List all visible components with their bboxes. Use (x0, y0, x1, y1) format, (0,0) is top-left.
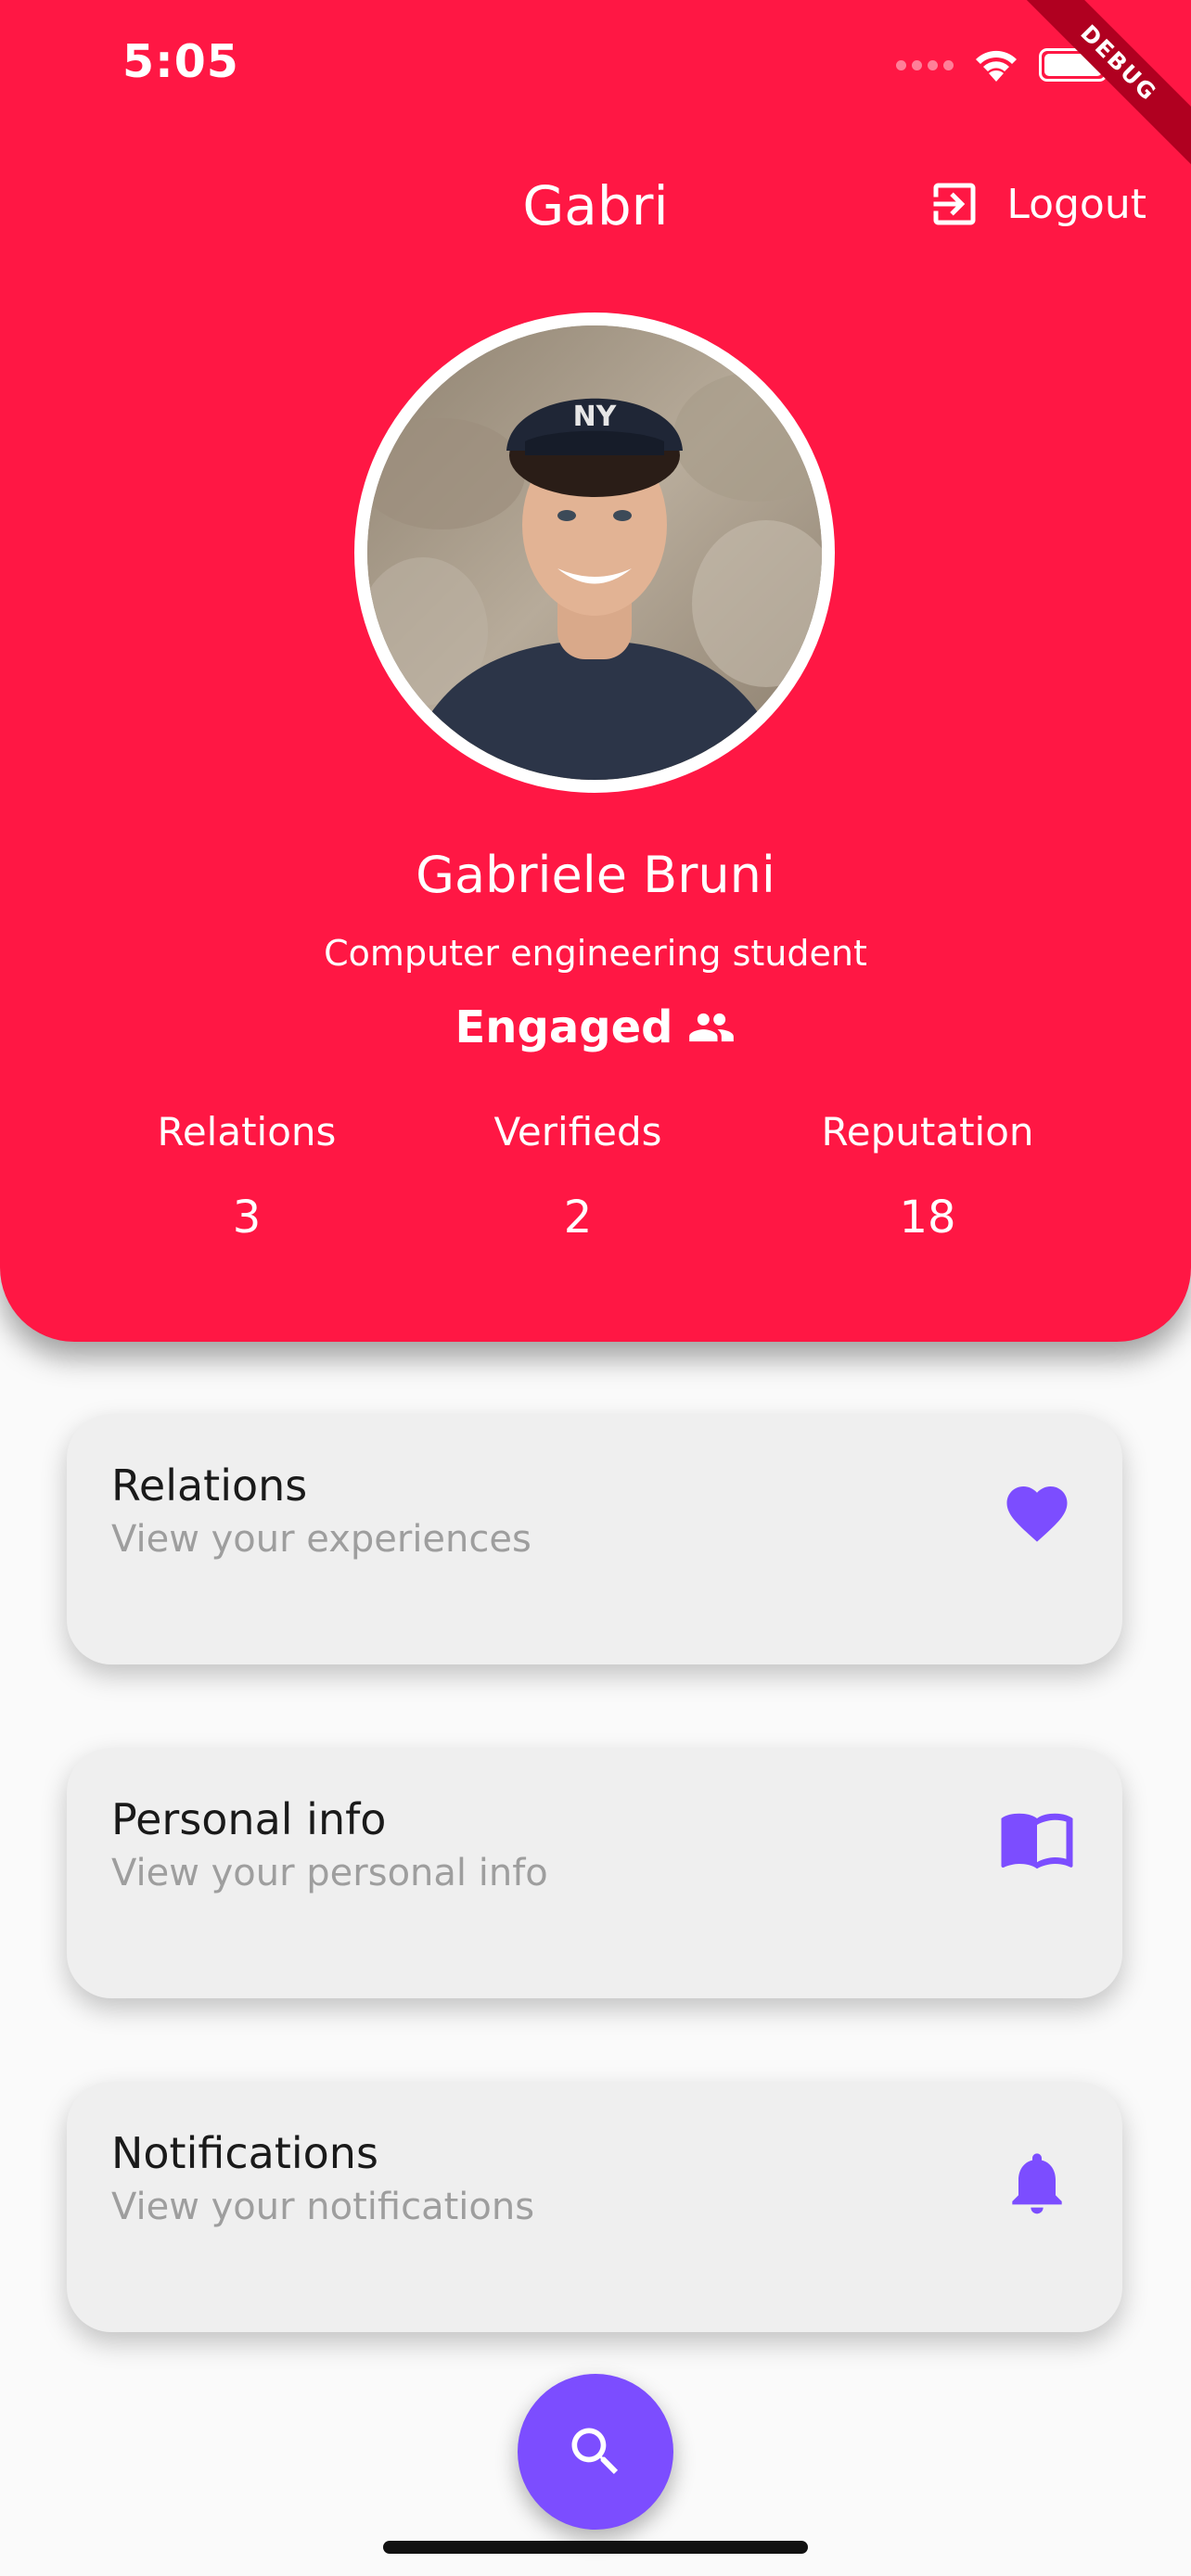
book-icon (998, 1805, 1076, 1883)
stat-label: Relations (157, 1109, 337, 1154)
card-subtitle: View your personal info (111, 1852, 548, 1894)
search-button[interactable] (518, 2374, 673, 2530)
avatar-photo: NY (367, 325, 822, 780)
debug-banner: DEBUG (1012, 0, 1191, 170)
card-title: Relations (111, 1460, 308, 1511)
card-subtitle: View your notifications (111, 2186, 535, 2228)
notifications-card[interactable]: Notifications View your notifications (67, 2082, 1122, 2332)
avatar[interactable]: NY (367, 325, 822, 780)
avatar-ring: NY (354, 312, 835, 793)
home-indicator[interactable] (383, 2541, 808, 2554)
relationship-status: Engaged (0, 1001, 1191, 1053)
stat-relations: Relations 3 (80, 1109, 414, 1243)
personal-info-card[interactable]: Personal info View your personal info (67, 1748, 1122, 1998)
stat-value: 3 (232, 1192, 262, 1243)
heart-icon (998, 1472, 1076, 1549)
profile-name: Gabriele Bruni (416, 846, 775, 904)
stat-label: Reputation (821, 1109, 1034, 1154)
status-icons (896, 46, 1108, 83)
search-icon (571, 2428, 619, 2475)
logout-label: Logout (1006, 180, 1146, 228)
stat-reputation: Reputation 18 (761, 1109, 1095, 1243)
relationship-status-label: Engaged (455, 1001, 673, 1053)
cellular-signal-icon (896, 59, 954, 70)
stat-value: 18 (899, 1192, 956, 1243)
profile-header: 5:05 DEBUG Gabri Logout NY Gabriele Brun… (0, 0, 1191, 1342)
logout-button[interactable]: Logout (927, 176, 1146, 232)
stat-label: Verifieds (493, 1109, 662, 1154)
status-time: 5:05 (122, 35, 239, 88)
relations-card[interactable]: Relations View your experiences (67, 1414, 1122, 1664)
stat-verifieds: Verifieds 2 (411, 1109, 745, 1243)
bell-icon (998, 2139, 1076, 2217)
svg-text:NY: NY (573, 401, 618, 433)
logout-icon (933, 183, 976, 225)
stat-value: 2 (563, 1192, 593, 1243)
card-title: Notifications (111, 2128, 378, 2178)
wifi-icon (976, 50, 1017, 82)
profile-bio: Computer engineering student (324, 933, 867, 974)
people-icon (689, 1013, 735, 1042)
card-title: Personal info (111, 1794, 387, 1844)
card-subtitle: View your experiences (111, 1518, 531, 1561)
